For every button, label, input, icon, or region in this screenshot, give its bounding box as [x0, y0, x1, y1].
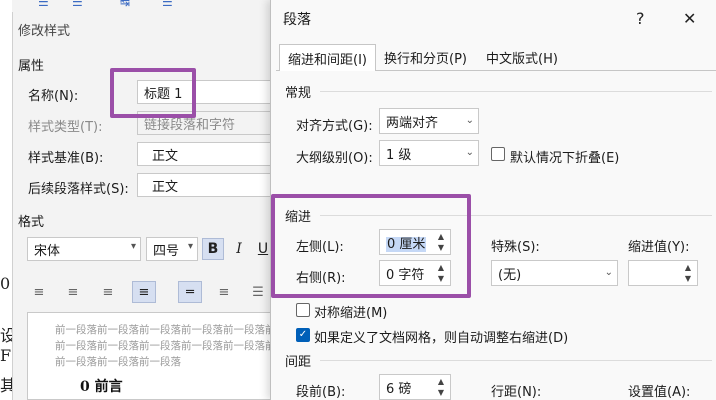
divider	[320, 91, 712, 92]
align-justify-icon[interactable]: ≡	[132, 281, 156, 303]
name-label: 名称(N):	[28, 89, 79, 104]
style-type-label: 样式类型(T):	[28, 120, 103, 135]
alignment-select[interactable]: 两端对齐 ⌄	[379, 108, 479, 134]
following-style-label: 后续段落样式(S):	[28, 182, 129, 197]
following-style-select[interactable]: 正文	[137, 173, 274, 197]
spacing-before-input[interactable]: 6 磅 ▲ ▼	[379, 374, 451, 400]
general-heading: 常规	[285, 86, 312, 101]
tab-asian-typography[interactable]: 中文版式(H)	[478, 44, 566, 71]
italic-button[interactable]: I	[228, 238, 250, 260]
alignment-value: 两端对齐	[386, 116, 439, 131]
bold-button[interactable]: B	[202, 238, 224, 260]
annotation-highlight-indentation	[271, 194, 471, 298]
numbering-icon[interactable]: ☰	[72, 0, 83, 9]
outline-level-select[interactable]: 1 级 ⌄	[379, 140, 479, 166]
font-size-value: 四号	[153, 244, 180, 259]
line-spacing-1-5-icon[interactable]: ≡	[212, 281, 236, 303]
ribbon-toolbar-strip: ☰ ☰ ↹ ☰	[12, 0, 274, 12]
close-button[interactable]: ✕	[683, 9, 696, 28]
align-right-icon[interactable]: ≡	[96, 281, 120, 303]
outline-icon[interactable]: ☰	[162, 0, 173, 9]
preview-line: 前一段落前一段落前一段落	[55, 356, 181, 368]
mirror-indents-checkbox[interactable]	[296, 303, 310, 317]
line-spacing-double-icon[interactable]: ☰	[246, 281, 270, 303]
font-name-select[interactable]: 宋体 ▾	[27, 237, 141, 261]
font-size-select[interactable]: 四号 ▾	[146, 237, 198, 261]
dialog-title: 修改样式	[18, 24, 71, 39]
outline-level-value: 1 级	[386, 148, 412, 163]
special-indent-value: (无)	[498, 268, 522, 283]
line-spacing-label: 行距(N):	[491, 385, 542, 400]
paragraph-dialog-title: 段落	[283, 12, 311, 28]
outline-level-label: 大纲级别(O):	[296, 151, 373, 166]
line-spacing-single-icon[interactable]: ═	[178, 281, 202, 303]
spacing-before-label: 段前(B):	[296, 385, 346, 400]
collapse-checkbox[interactable]	[491, 147, 505, 161]
spacing-heading: 间距	[285, 355, 312, 370]
tab-line-page-breaks[interactable]: 换行和分页(P)	[376, 44, 475, 71]
collapse-label: 默认情况下折叠(E)	[510, 151, 620, 166]
chevron-down-icon: ▾	[130, 241, 136, 252]
chevron-down-icon: ⌄	[465, 115, 474, 126]
indent-by-label: 缩进值(Y):	[628, 240, 690, 255]
align-left-icon[interactable]: ≡	[27, 281, 51, 303]
special-indent-select[interactable]: (无) ⌄	[491, 260, 618, 286]
following-style-value: 正文	[152, 180, 179, 195]
document-char: 0	[0, 274, 11, 293]
line-spacing-at-label: 设置值(A):	[628, 385, 691, 400]
spinner-arrows-icon[interactable]: ▲ ▼	[434, 376, 448, 398]
spinner-arrows-icon[interactable]: ▲ ▼	[681, 262, 695, 284]
chevron-down-icon: ⌄	[604, 267, 613, 278]
special-indent-label: 特殊(S):	[491, 240, 540, 255]
based-on-value: 正文	[152, 149, 179, 164]
alignment-label: 对齐方式(G):	[296, 119, 373, 134]
document-char: F	[0, 346, 12, 365]
chevron-down-icon: ⌄	[465, 147, 474, 158]
annotation-highlight-name	[110, 68, 196, 118]
tab-indents-spacing[interactable]: 缩进和间距(I)	[279, 44, 376, 71]
divider	[320, 360, 712, 361]
help-button[interactable]: ?	[636, 9, 645, 28]
properties-heading: 属性	[18, 59, 45, 74]
align-center-icon[interactable]: ≡	[61, 281, 85, 303]
auto-adjust-label: 如果定义了文档网格，则自动调整右缩进(D)	[314, 331, 569, 346]
based-on-label: 样式基准(B):	[28, 151, 104, 166]
based-on-select[interactable]: 正文	[137, 142, 274, 166]
indent-by-input[interactable]: ▲ ▼	[628, 260, 698, 286]
font-name-value: 宋体	[34, 244, 61, 259]
multilevel-list-icon[interactable]: ↹	[120, 0, 130, 9]
bullets-icon[interactable]: ☰	[38, 0, 49, 9]
spacing-before-value: 6 磅	[386, 382, 412, 397]
preview-heading: 0 前言	[80, 379, 123, 395]
mirror-indents-label: 对称缩进(M)	[314, 306, 388, 321]
chevron-down-icon: ▾	[187, 241, 193, 252]
auto-adjust-checkbox[interactable]: ✓	[296, 328, 310, 342]
format-heading: 格式	[18, 215, 45, 230]
